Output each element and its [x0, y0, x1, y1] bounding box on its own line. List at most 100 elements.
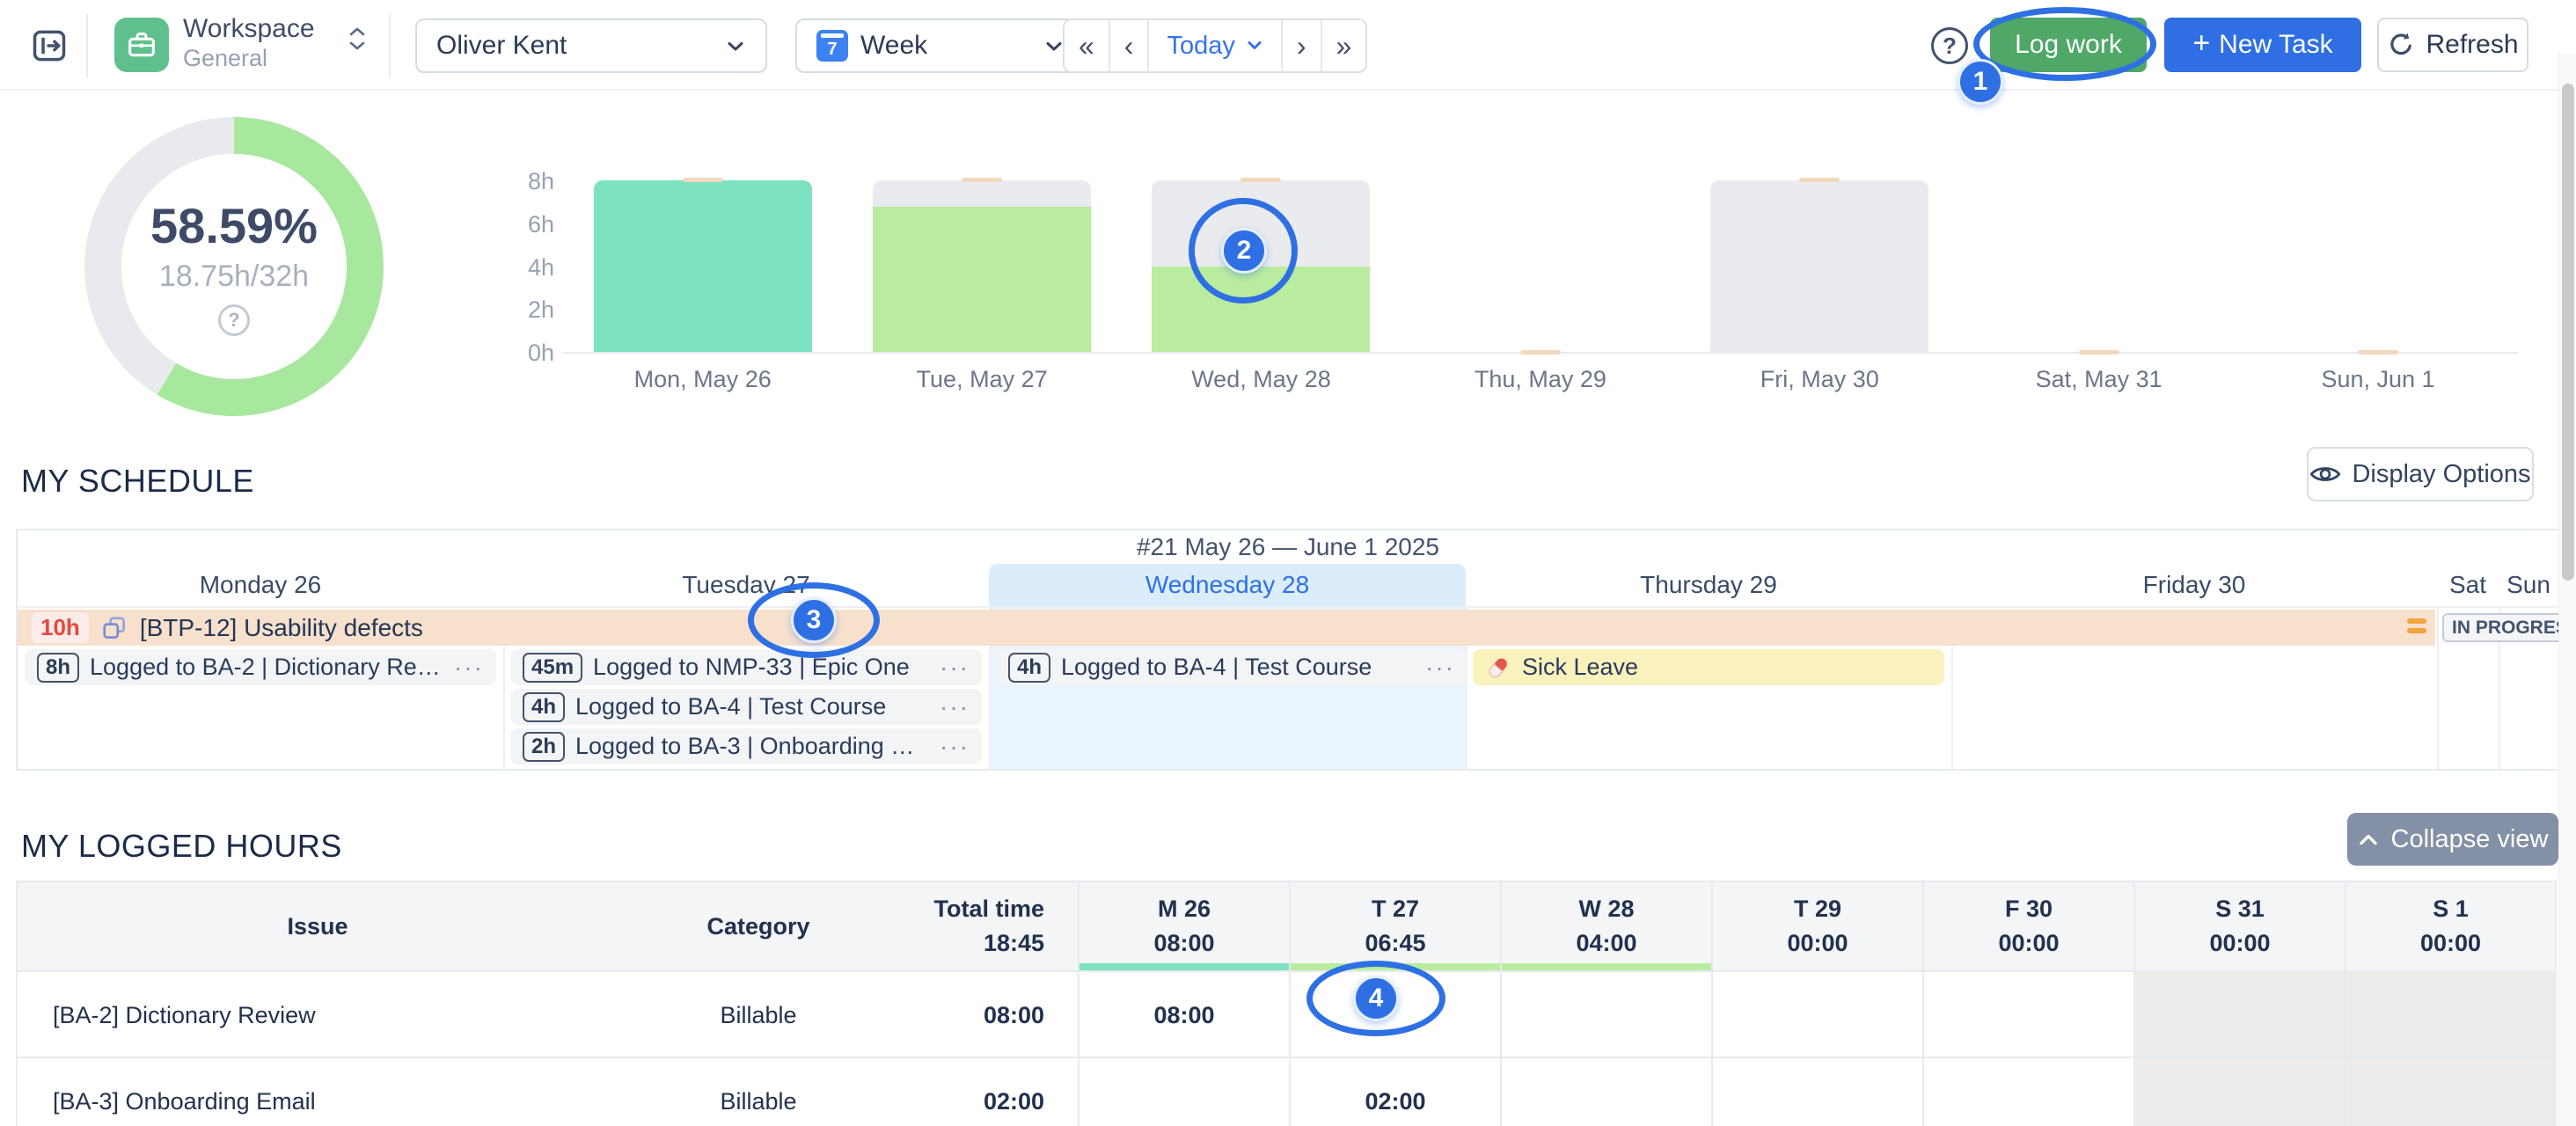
issue-cell[interactable]: [BA-3] Onboarding Email: [18, 1058, 618, 1126]
donut-help-icon[interactable]: ?: [218, 304, 250, 336]
logged-hours-bar: [1152, 267, 1370, 353]
bar-slot: Sat, May 31: [1959, 180, 2238, 352]
day-cell-s1[interactable]: [2345, 1058, 2555, 1126]
nav-next-button[interactable]: ›: [1283, 20, 1322, 71]
display-options-label: Display Options: [2352, 460, 2530, 489]
worklog-card-tuesday-2[interactable]: 4h Logged to BA-4 | Test Course ···: [510, 689, 982, 725]
required-hours-bar: [1710, 180, 1928, 352]
card-menu-icon[interactable]: ···: [940, 693, 970, 721]
day-cell-s31[interactable]: [2133, 972, 2345, 1058]
today-label: Today: [1167, 32, 1234, 61]
worklog-text: Logged to NMP-33 | Epic One: [593, 654, 910, 681]
worklog-time-chip: 4h: [1008, 653, 1050, 683]
total-time-value: 18:45: [984, 930, 1044, 957]
donut-percent: 58.59%: [150, 197, 318, 254]
card-menu-icon[interactable]: ···: [940, 654, 970, 682]
toolbar: Workspace General Oliver Kent 7 Week « ‹…: [0, 0, 2576, 91]
date-nav-group: « ‹ Today › »: [1063, 18, 1367, 73]
worklog-card-wednesday[interactable]: 4h Logged to BA-4 | Test Course ···: [996, 649, 1467, 685]
schedule-week-label: #21 May 26 — June 1 2025: [18, 530, 2558, 564]
refresh-label: Refresh: [2426, 30, 2518, 60]
day-cell-t27[interactable]: 02:00: [1289, 1058, 1500, 1126]
bar-category-label: Sun, Jun 1: [2238, 366, 2517, 393]
worklog-time-chip: 4h: [523, 692, 565, 722]
worklog-card-monday[interactable]: 8h Logged to BA-2 | Dictionary Review ··…: [25, 649, 496, 685]
day-progress-underline: [1502, 963, 1711, 970]
day-cell-f30[interactable]: [1922, 972, 2133, 1058]
day-total: 08:00: [1153, 930, 1214, 957]
schedule-table: #21 May 26 — June 1 2025 Monday 26 Tuesd…: [16, 529, 2560, 771]
target-hours-tick: [1240, 178, 1281, 182]
bar-slot: Thu, May 29: [1401, 180, 1680, 352]
nav-last-button[interactable]: »: [1322, 20, 1366, 71]
day-progress-underline: [1291, 963, 1500, 970]
toolbar-divider: [389, 14, 391, 77]
sick-leave-label: Sick Leave: [1522, 654, 1638, 681]
col-issue: Issue: [18, 882, 618, 970]
workspace-sort-chevrons-icon[interactable]: [348, 26, 366, 51]
day-cell-t29[interactable]: [1711, 1058, 1922, 1126]
day-cell-s1[interactable]: [2345, 972, 2555, 1058]
timesheet-app: Workspace General Oliver Kent 7 Week « ‹…: [0, 0, 2576, 1126]
workspace-switcher[interactable]: Workspace General: [183, 14, 315, 72]
today-button[interactable]: Today: [1149, 20, 1282, 71]
link-copy-icon: [101, 615, 128, 641]
scrollbar-thumb[interactable]: [2562, 84, 2574, 581]
new-task-label: New Task: [2219, 30, 2333, 60]
card-menu-icon[interactable]: ···: [1425, 654, 1455, 682]
task-title: [BTP-12] Usability defects: [140, 614, 423, 642]
day-total: 04:00: [1576, 930, 1636, 957]
logged-hours-bar: [594, 180, 812, 352]
col-day-w28: W 2804:00: [1500, 882, 1711, 970]
day-cell-w28[interactable]: [1500, 1058, 1711, 1126]
donut-hours: 18.75h/32h: [159, 260, 309, 294]
day-cell-s31[interactable]: [2133, 1058, 2345, 1126]
refresh-button[interactable]: Refresh: [2377, 18, 2528, 72]
display-options-button[interactable]: Display Options: [2307, 447, 2534, 501]
day-label: S 1: [2433, 896, 2469, 923]
nav-first-button[interactable]: «: [1065, 20, 1110, 71]
log-work-button[interactable]: Log work: [1990, 18, 2147, 72]
schedule-day-tuesday: Tuesday 27: [503, 564, 989, 606]
calendar-icon: 7: [816, 30, 848, 62]
issue-cell[interactable]: [BA-2] Dictionary Review: [18, 972, 618, 1058]
target-hours-tick: [683, 178, 723, 182]
target-hours-tick: [1799, 178, 1840, 182]
day-label: F 30: [2005, 896, 2053, 923]
target-hours-tick: [2358, 350, 2398, 355]
logged-row-ba2: [BA-2] Dictionary Review Billable 08:00 …: [18, 970, 2555, 1057]
worklog-text: Logged to BA-4 | Test Course: [575, 693, 886, 720]
day-cell-m26[interactable]: 08:00: [1078, 972, 1289, 1058]
day-cell-w28[interactable]: [1500, 972, 1711, 1058]
sick-leave-card[interactable]: Sick Leave: [1473, 649, 1944, 685]
card-menu-icon[interactable]: ···: [940, 733, 970, 761]
workspace-icon[interactable]: [114, 18, 169, 72]
col-total-time: Total time 18:45: [899, 882, 1078, 970]
day-cell-t29[interactable]: [1711, 972, 1922, 1058]
status-badge[interactable]: IN PROGRESS: [2442, 613, 2576, 642]
day-progress-underline: [2135, 963, 2345, 970]
nav-prev-button[interactable]: ‹: [1110, 20, 1150, 71]
sidebar-toggle-button[interactable]: [26, 23, 72, 69]
range-select[interactable]: 7 Week: [795, 18, 1086, 73]
user-select[interactable]: Oliver Kent: [415, 18, 767, 73]
day-cell-f30[interactable]: [1922, 1058, 2133, 1126]
bar-category-label: Fri, May 30: [1680, 366, 1959, 393]
capacity-donut-chart: 58.59% 18.75h/32h ?: [84, 117, 384, 416]
day-total: 06:45: [1365, 930, 1425, 957]
collapse-view-button[interactable]: Collapse view: [2347, 813, 2558, 866]
day-label: T 27: [1372, 896, 1419, 923]
help-icon[interactable]: ?: [1931, 27, 1968, 64]
worklog-card-tuesday-1[interactable]: 45m Logged to NMP-33 | Epic One ···: [510, 649, 982, 685]
worklog-card-tuesday-3[interactable]: 2h Logged to BA-3 | Onboarding Email ···: [510, 728, 982, 764]
day-cell-t27[interactable]: [1289, 972, 1500, 1058]
vertical-scrollbar: [2558, 53, 2576, 1126]
schedule-day-thursday: Thursday 29: [1466, 564, 1951, 606]
scheduled-task-banner[interactable]: 10h [BTP-12] Usability defects: [18, 610, 2435, 646]
col-day-s1: S 100:00: [2345, 882, 2555, 970]
card-menu-icon[interactable]: ···: [454, 654, 484, 682]
toolbar-divider: [86, 14, 88, 77]
day-cell-m26[interactable]: [1078, 1058, 1289, 1126]
day-label: S 31: [2215, 896, 2265, 923]
new-task-button[interactable]: +New Task: [2164, 18, 2361, 72]
